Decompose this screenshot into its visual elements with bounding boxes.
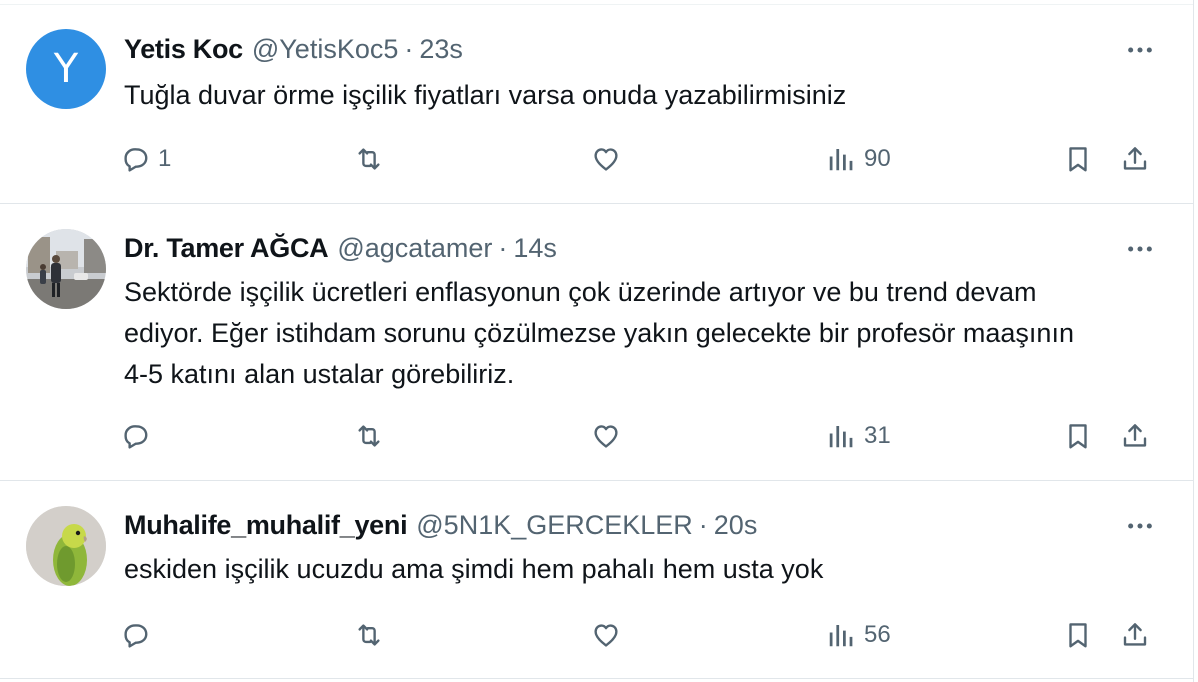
bookmark-icon xyxy=(1063,620,1093,650)
avatar-muhalife[interactable] xyxy=(26,506,106,586)
tweet-2[interactable]: Dr. Tamer AĞCA @agcatamer · 14s Sektörde… xyxy=(0,204,1193,481)
avatar-tamer-agca[interactable] xyxy=(26,229,106,309)
like-button[interactable] xyxy=(591,414,621,458)
like-icon xyxy=(591,144,621,174)
reply-button[interactable]: 1 xyxy=(120,137,171,181)
author-handle[interactable]: @agcatamer xyxy=(337,233,492,264)
bookmark-button[interactable] xyxy=(1063,613,1093,657)
tweet-header: Muhalife_muhalif_yeni @5N1K_GERCEKLER · … xyxy=(124,508,757,542)
separator-dot: · xyxy=(698,509,708,540)
reply-icon xyxy=(120,421,150,451)
more-icon[interactable] xyxy=(1120,234,1160,264)
reply-button[interactable] xyxy=(120,414,150,458)
retweet-icon xyxy=(354,620,384,650)
reply-icon xyxy=(120,620,150,650)
separator-dot: · xyxy=(498,232,508,263)
views-icon xyxy=(826,421,856,451)
author-name[interactable]: Dr. Tamer AĞCA xyxy=(124,233,329,264)
author-handle[interactable]: @YetisKoc5 xyxy=(252,34,399,65)
author-name[interactable]: Muhalife_muhalif_yeni xyxy=(124,510,408,541)
tweet-3[interactable]: Muhalife_muhalif_yeni @5N1K_GERCEKLER · … xyxy=(0,481,1193,679)
views-count: 56 xyxy=(864,621,891,648)
share-button[interactable] xyxy=(1120,137,1150,181)
more-icon[interactable] xyxy=(1120,35,1160,65)
reply-button[interactable] xyxy=(120,613,150,657)
reply-feed: Y Yetis Koc @YetisKoc5 · 23s Tuğla duvar… xyxy=(0,0,1194,682)
tweet-text: Sektörde işçilik ücretleri enflasyonun ç… xyxy=(124,277,1074,389)
author-handle[interactable]: @5N1K_GERCEKLER xyxy=(416,510,693,541)
avatar-photo-parakeet xyxy=(26,506,106,586)
tweet-time[interactable]: 14s xyxy=(513,233,557,264)
reply-icon xyxy=(120,144,150,174)
tweet-actions: 56 xyxy=(120,613,1170,657)
retweet-icon xyxy=(354,144,384,174)
share-icon xyxy=(1120,620,1150,650)
tweet-header: Yetis Koc @YetisKoc5 · 23s xyxy=(124,32,463,66)
like-button[interactable] xyxy=(591,613,621,657)
views-button[interactable]: 31 xyxy=(826,414,891,458)
retweet-button[interactable] xyxy=(354,137,384,181)
like-button[interactable] xyxy=(591,137,621,181)
views-count: 31 xyxy=(864,422,891,449)
bookmark-icon xyxy=(1063,144,1093,174)
views-button[interactable]: 90 xyxy=(826,137,891,181)
views-count: 90 xyxy=(864,145,891,172)
avatar-photo-street xyxy=(26,229,106,309)
avatar-yetis-koc[interactable]: Y xyxy=(26,29,106,109)
separator-dot: · xyxy=(404,33,414,64)
views-button[interactable]: 56 xyxy=(826,613,891,657)
tweet-actions: 1 90 xyxy=(120,137,1170,181)
tweet-text: Tuğla duvar örme işçilik fiyatları varsa… xyxy=(124,80,847,110)
share-icon xyxy=(1120,421,1150,451)
share-button[interactable] xyxy=(1120,613,1150,657)
more-icon[interactable] xyxy=(1120,511,1160,541)
tweet-time[interactable]: 23s xyxy=(419,34,463,65)
like-icon xyxy=(591,620,621,650)
tweet-1[interactable]: Y Yetis Koc @YetisKoc5 · 23s Tuğla duvar… xyxy=(0,5,1193,204)
views-icon xyxy=(826,620,856,650)
retweet-button[interactable] xyxy=(354,414,384,458)
share-icon xyxy=(1120,144,1150,174)
tweet-text: eskiden işçilik ucuzdu ama şimdi hem pah… xyxy=(124,554,824,584)
bookmark-button[interactable] xyxy=(1063,414,1093,458)
share-button[interactable] xyxy=(1120,414,1150,458)
reply-count: 1 xyxy=(158,145,172,172)
author-name[interactable]: Yetis Koc xyxy=(124,34,243,65)
tweet-header: Dr. Tamer AĞCA @agcatamer · 14s xyxy=(124,231,557,265)
bookmark-button[interactable] xyxy=(1063,137,1093,181)
retweet-button[interactable] xyxy=(354,613,384,657)
bookmark-icon xyxy=(1063,421,1093,451)
tweet-time[interactable]: 20s xyxy=(714,510,758,541)
tweet-actions: 31 xyxy=(120,414,1170,458)
views-icon xyxy=(826,144,856,174)
like-icon xyxy=(591,421,621,451)
retweet-icon xyxy=(354,421,384,451)
